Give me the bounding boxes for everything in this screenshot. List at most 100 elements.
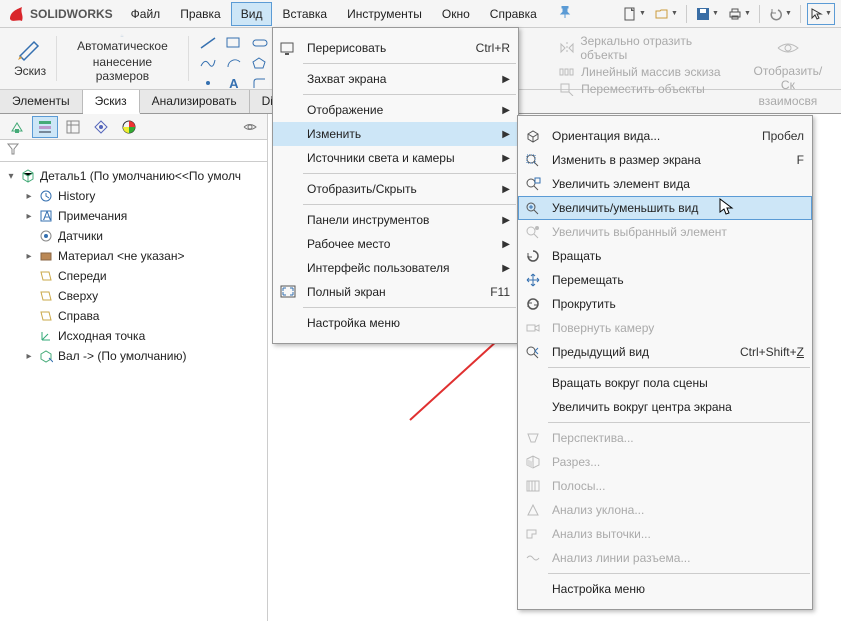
menu-item-shortcut: Ctrl+Shift+Z — [740, 345, 804, 359]
separator — [759, 5, 760, 23]
arc-tool-icon[interactable] — [223, 54, 245, 72]
tab-evaluate[interactable]: Анализировать — [140, 90, 250, 113]
modify-menu-item-1[interactable]: Изменить в размер экранаF — [518, 148, 812, 172]
panel-tab-config[interactable] — [88, 116, 114, 138]
menu-item-label: Рабочее место — [307, 237, 494, 251]
line-tool-icon[interactable] — [197, 34, 219, 52]
tree-root-label: Деталь1 (По умолчанию<<По умолч — [40, 169, 241, 183]
panel-tab-assembly[interactable] — [4, 116, 30, 138]
view-menu-item-6[interactable]: Панели инструментов▶ — [273, 208, 518, 232]
view-menu-item-7[interactable]: Рабочее место▶ — [273, 232, 518, 256]
ribbon-smartdim-label-1: Автоматическое — [77, 39, 168, 53]
modify-menu-item-10[interactable]: Вращать вокруг пола сцены — [518, 371, 812, 395]
modify-menu-item-11[interactable]: Увеличить вокруг центра экрана — [518, 395, 812, 419]
view-menu-item-3[interactable]: Изменить▶ — [273, 122, 518, 146]
menu-item-icon — [277, 258, 299, 278]
view-menu-item-10[interactable]: Настройка меню — [273, 311, 518, 335]
ribbon-smartdim-button[interactable]: Автоматическое нанесение размеров — [59, 32, 186, 85]
panel-tab-appearance[interactable] — [116, 116, 142, 138]
modify-menu-item-8: Повернуть камеру — [518, 316, 812, 340]
menu-edit[interactable]: Правка — [170, 2, 231, 26]
view-menu-item-9[interactable]: Полный экранF11 — [273, 280, 518, 304]
modify-menu-item-9[interactable]: Предыдущий видCtrl+Shift+Z — [518, 340, 812, 364]
tree-item-label: Датчики — [58, 229, 103, 243]
submenu-arrow-icon: ▶ — [502, 263, 510, 274]
tree-root-row[interactable]: ▾ Деталь1 (По умолчанию<<По умолч — [4, 166, 263, 186]
tab-sketch[interactable]: Эскиз — [83, 90, 140, 114]
modify-menu-item-0[interactable]: Ориентация вида...Пробел — [518, 124, 812, 148]
tree-item-material[interactable]: ▸ Материал <не указан> — [4, 246, 263, 266]
slot-tool-icon[interactable] — [249, 34, 271, 52]
separator — [800, 5, 801, 23]
view-menu-item-0[interactable]: ПерерисоватьCtrl+R — [273, 36, 518, 60]
tree-item-sensors[interactable]: Датчики — [4, 226, 263, 246]
print-button[interactable]: ▼ — [725, 3, 753, 25]
tree-item-history[interactable]: ▸ History — [4, 186, 263, 206]
view-menu-item-2[interactable]: Отображение▶ — [273, 98, 518, 122]
tree-expander[interactable]: ▾ — [6, 171, 16, 182]
modify-menu-item-7[interactable]: Прокрутить — [518, 292, 812, 316]
separator — [56, 36, 57, 81]
menu-item-label: Перспектива... — [552, 431, 804, 445]
modify-menu-item-5[interactable]: Вращать — [518, 244, 812, 268]
polygon-tool-icon[interactable] — [249, 54, 271, 72]
menu-window[interactable]: Окно — [432, 2, 480, 26]
ribbon-sketch-button[interactable]: Эскиз — [6, 32, 54, 85]
text-tool-icon[interactable]: A — [223, 74, 245, 92]
tree-item-right-plane[interactable]: Справа — [4, 306, 263, 326]
rect-tool-icon[interactable] — [223, 34, 245, 52]
menu-help[interactable]: Справка — [480, 2, 547, 26]
new-doc-button[interactable]: ▼ — [620, 3, 648, 25]
move-label: Переместить объекты — [581, 82, 705, 96]
panel-tab-tree[interactable] — [32, 116, 58, 138]
fillet-tool-icon[interactable] — [249, 74, 271, 92]
view-menu-item-4[interactable]: Источники света и камеры▶ — [273, 146, 518, 170]
mirror-icon — [559, 41, 574, 55]
tab-features[interactable]: Элементы — [0, 90, 83, 113]
tree-item-front-plane[interactable]: Спереди — [4, 266, 263, 286]
menu-file[interactable]: Файл — [121, 2, 171, 26]
tree-expander[interactable]: ▸ — [24, 191, 34, 202]
modify-menu-item-2[interactable]: Увеличить элемент вида — [518, 172, 812, 196]
menu-item-icon — [522, 476, 544, 496]
tree-expander[interactable]: ▸ — [24, 211, 34, 222]
undo-button[interactable]: ▼ — [766, 3, 794, 25]
select-button[interactable]: ▼ — [807, 3, 835, 25]
ribbon-right-group: Отобразить/Ск взаимосвя — [741, 32, 835, 85]
menu-insert[interactable]: Вставка — [272, 2, 337, 26]
menu-item-icon — [522, 548, 544, 568]
menu-item-icon — [522, 342, 544, 362]
tree-expander[interactable]: ▸ — [24, 251, 34, 262]
modify-menu-item-3[interactable]: Увеличить/уменьшить вид — [518, 196, 812, 220]
menu-item-icon — [522, 174, 544, 194]
menu-item-shortcut: Пробел — [762, 129, 804, 143]
menu-tools[interactable]: Инструменты — [337, 2, 432, 26]
menu-item-shortcut: F — [797, 153, 804, 167]
tree-filter-bar[interactable] — [0, 140, 267, 162]
pin-icon[interactable] — [555, 2, 575, 25]
submenu-arrow-icon: ▶ — [502, 74, 510, 85]
part-icon — [20, 168, 36, 184]
tree-item-annotations[interactable]: ▸ A Примечания — [4, 206, 263, 226]
menu-item-icon — [522, 373, 544, 393]
open-doc-button[interactable]: ▼ — [652, 3, 680, 25]
modify-menu-item-18[interactable]: Настройка меню — [518, 577, 812, 601]
tree-expander[interactable]: ▸ — [24, 351, 34, 362]
tree-item-label: Исходная точка — [58, 329, 145, 343]
menu-item-icon — [522, 246, 544, 266]
point-tool-icon[interactable] — [197, 74, 219, 92]
view-menu-item-5[interactable]: Отобразить/Скрыть▶ — [273, 177, 518, 201]
panel-tab-property[interactable] — [60, 116, 86, 138]
spline-tool-icon[interactable] — [197, 54, 219, 72]
tree-item-derived-part[interactable]: ▸ Вал -> (По умолчанию) — [4, 346, 263, 366]
save-button[interactable]: ▼ — [693, 3, 721, 25]
modify-menu-item-6[interactable]: Перемещать — [518, 268, 812, 292]
menu-item-label: Полосы... — [552, 479, 804, 493]
view-menu-item-8[interactable]: Интерфейс пользователя▶ — [273, 256, 518, 280]
view-menu-item-1[interactable]: Захват экрана▶ — [273, 67, 518, 91]
menu-view[interactable]: Вид — [231, 2, 273, 26]
tree-item-origin[interactable]: Исходная точка — [4, 326, 263, 346]
tree-item-top-plane[interactable]: Сверху — [4, 286, 263, 306]
hide-show-button[interactable] — [237, 116, 263, 138]
menu-item-label: Увеличить элемент вида — [552, 177, 804, 191]
